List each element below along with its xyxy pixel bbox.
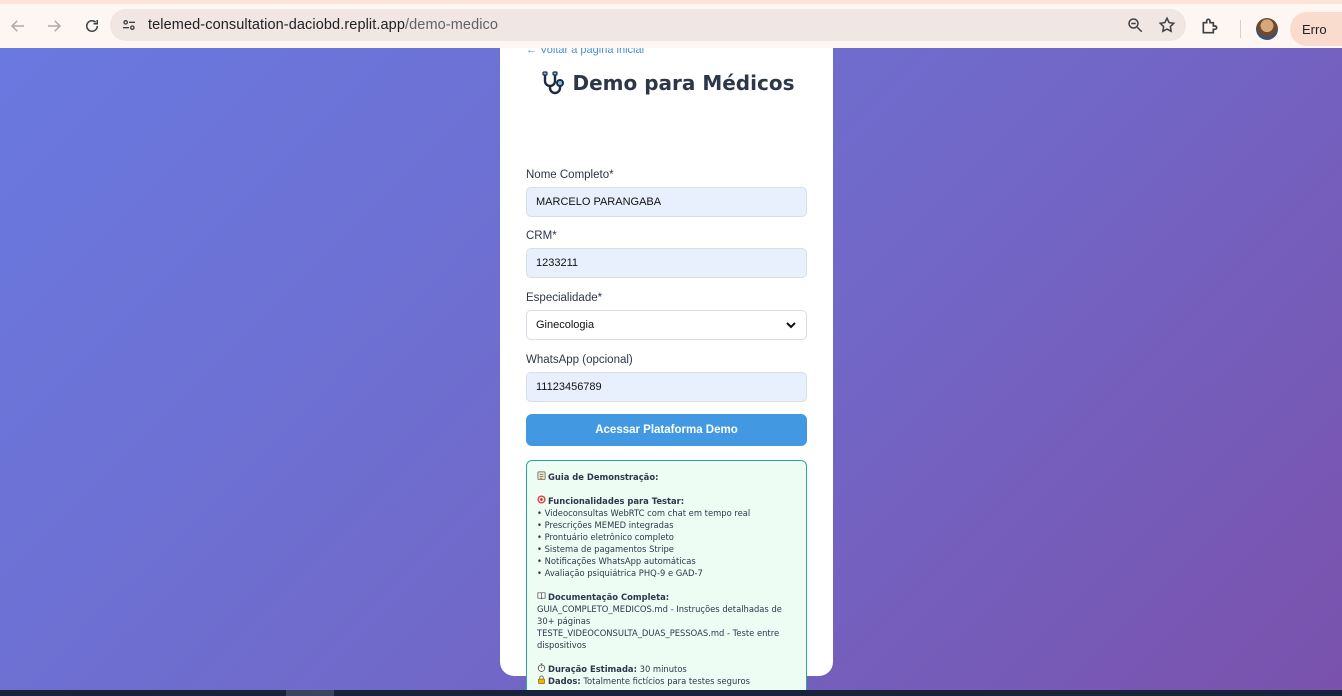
guide-heading: Guia de Demonstração: [548, 472, 659, 482]
arrow-right-icon [48, 20, 62, 32]
stethoscope-icon [541, 71, 564, 95]
forward-button[interactable] [36, 8, 72, 44]
features-heading-line: Funcionalidades para Testar: [537, 495, 796, 507]
reload-button[interactable] [74, 8, 110, 44]
whatsapp-input[interactable]: 11123456789 [526, 372, 807, 402]
taskbar-active-item[interactable] [286, 690, 334, 696]
docs-line: dispositivos [537, 640, 587, 650]
menu-dots-icon[interactable]: ⋮ [1337, 21, 1342, 37]
site-settings-icon[interactable] [114, 10, 144, 40]
profile-avatar[interactable] [1256, 18, 1278, 40]
extensions-button[interactable] [1200, 16, 1220, 41]
data-value: Totalmente fictícios para testes seguros [583, 676, 751, 686]
error-chip-label: Erro [1302, 21, 1327, 37]
duration-line: Duração Estimada: 30 minutos [537, 663, 796, 675]
target-icon [537, 495, 548, 507]
error-chip[interactable]: Erro ⋮ [1290, 12, 1342, 46]
specialty-select[interactable]: Ginecologia [526, 310, 807, 340]
access-demo-button[interactable]: Acessar Plataforma Demo [526, 414, 807, 446]
feature-item: • Prescrições MEMED integradas [537, 520, 674, 530]
chevron-down-icon [786, 322, 796, 329]
name-input[interactable]: MARCELO PARANGABA [526, 187, 807, 217]
crm-label: CRM* [526, 230, 557, 242]
url-host: telemed-consultation-daciobd.replit.app [148, 17, 405, 33]
page-title: Demo para Médicos [572, 71, 795, 95]
features-heading: Funcionalidades para Testar: [548, 496, 685, 506]
demo-form-card: ← Voltar à página inicial Demo para Médi… [500, 48, 833, 690]
bookmark-star-icon[interactable] [1158, 16, 1176, 34]
docs-line: 30+ páginas [537, 616, 591, 626]
whatsapp-field: WhatsApp (opcional) 11123456789 [526, 354, 807, 402]
puzzle-icon [1202, 18, 1218, 34]
back-to-home-link[interactable]: ← Voltar à página inicial [526, 48, 644, 56]
page-background: ← Voltar à página inicial Demo para Médi… [0, 48, 1342, 690]
clipboard-icon [537, 471, 548, 483]
data-line: Dados: Totalmente fictícios para testes … [537, 675, 796, 687]
page-title-row: Demo para Médicos [500, 70, 833, 96]
feature-item: • Notificações WhatsApp automáticas [537, 556, 696, 566]
reload-icon [86, 20, 98, 32]
arrow-left-icon [10, 20, 24, 32]
duration-value: 30 minutos [639, 664, 687, 674]
specialty-label: Especialidade* [526, 292, 603, 304]
docs-heading: Documentação Completa: [548, 592, 670, 602]
demo-guide-box: Guia de Demonstração: Funcionalidades pa… [526, 460, 807, 690]
duration-label: Duração Estimada: [548, 664, 637, 674]
os-taskbar [0, 690, 1342, 696]
stopwatch-icon [537, 663, 548, 675]
back-button[interactable] [0, 8, 36, 44]
specialty-field: Especialidade* Ginecologia [526, 292, 807, 340]
open-book-icon [537, 591, 548, 603]
guide-heading-line: Guia de Demonstração: [537, 471, 796, 483]
toolbar-divider [1240, 20, 1241, 38]
url-text[interactable]: telemed-consultation-daciobd.replit.app/… [148, 17, 498, 33]
address-bar[interactable]: telemed-consultation-daciobd.replit.app/… [110, 9, 1186, 41]
data-label: Dados: [548, 676, 581, 686]
feature-item: • Videoconsultas WebRTC com chat em temp… [537, 508, 751, 518]
crm-field: CRM* 1233211 [526, 230, 807, 278]
docs-line: TESTE_VIDEOCONSULTA_DUAS_PESSOAS.md - Te… [537, 628, 780, 638]
feature-item: • Sistema de pagamentos Stripe [537, 544, 674, 554]
browser-toolbar: telemed-consultation-daciobd.replit.app/… [0, 4, 1342, 48]
feature-item: • Avaliação psiquiátrica PHQ-9 e GAD-7 [537, 568, 703, 578]
crm-input[interactable]: 1233211 [526, 248, 807, 278]
name-field: Nome Completo* MARCELO PARANGABA [526, 169, 807, 217]
name-label: Nome Completo* [526, 169, 614, 181]
specialty-selected-value: Ginecologia [536, 319, 595, 331]
whatsapp-label: WhatsApp (opcional) [526, 354, 633, 366]
feature-item: • Prontuário eletrônico completo [537, 532, 674, 542]
zoom-icon[interactable] [1126, 16, 1144, 34]
docs-line: GUIA_COMPLETO_MEDICOS.md - Instruções de… [537, 604, 782, 614]
lock-icon [537, 675, 548, 687]
docs-heading-line: Documentação Completa: [537, 591, 796, 603]
url-path: /demo-medico [405, 17, 499, 33]
